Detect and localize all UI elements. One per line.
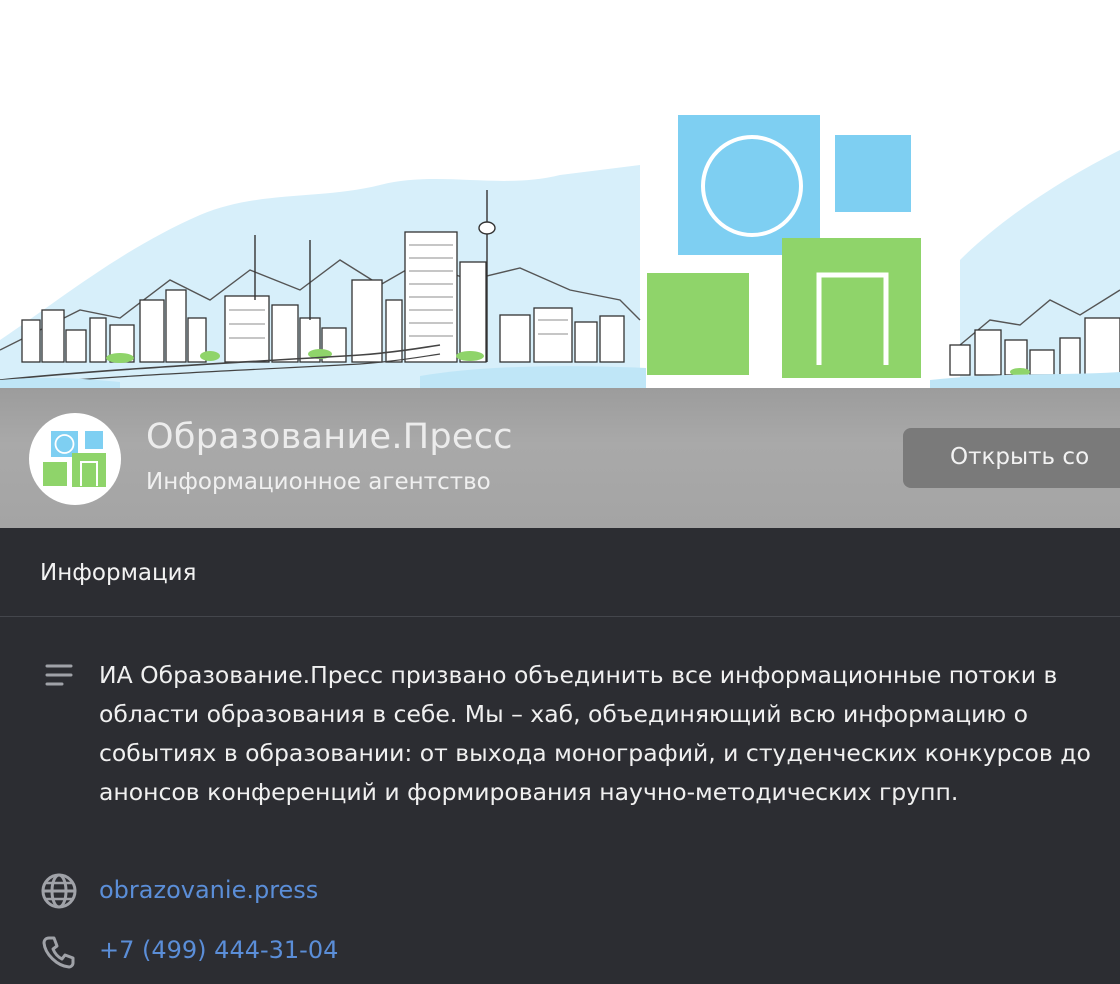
website-link[interactable]: obrazovanie.press [99,876,318,904]
info-section-header: Информация [0,528,1120,617]
avatar[interactable] [29,413,121,505]
globe-icon [40,872,78,910]
page-subtitle: Информационное агентство [146,469,491,495]
open-button[interactable]: Открыть со [903,428,1120,488]
description-text: ИА Образование.Пресс призвано объединить… [99,661,1091,806]
text-lines-icon [40,656,78,694]
section-title: Информация [40,560,197,586]
cover-image [0,0,1120,388]
phone-icon [40,933,78,971]
logo-icon [43,431,106,487]
page-title: Образование.Пресс [146,417,513,457]
phone-link[interactable]: +7 (499) 444-31-04 [99,936,338,964]
group-profile-page: Образование.Пресс Информационное агентст… [0,0,1120,984]
